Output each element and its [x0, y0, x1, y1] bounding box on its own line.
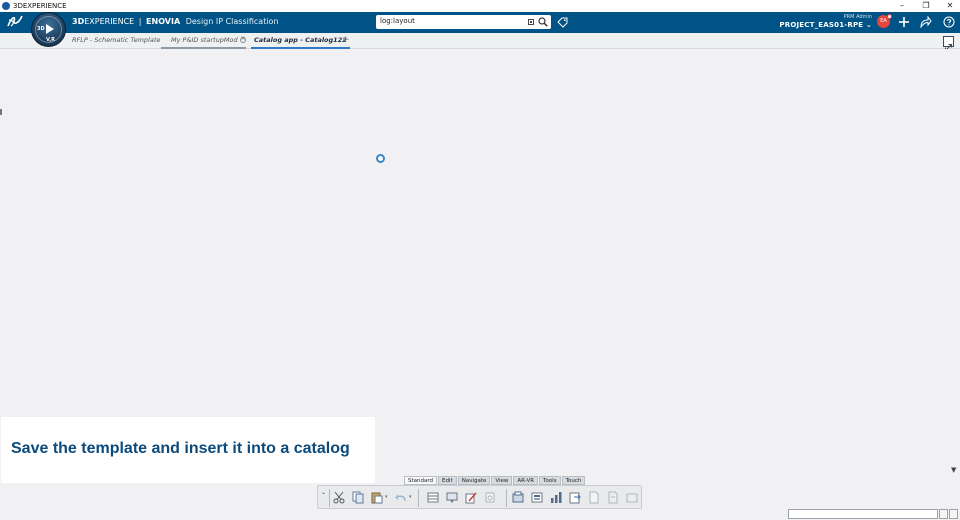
undo-dropdown-icon[interactable]: ▾: [409, 494, 412, 500]
command-close-icon[interactable]: [949, 509, 958, 519]
avatar[interactable]: EA: [877, 14, 892, 28]
brand-product: ENOVIA: [146, 17, 181, 26]
tab-label: Catalog app - Catalog122: [254, 36, 347, 44]
search-field[interactable]: log:layout: [376, 15, 551, 29]
paste-dropdown-icon[interactable]: ▾: [385, 494, 388, 500]
copy-icon[interactable]: [352, 491, 364, 504]
close-tab-icon[interactable]: [239, 35, 246, 43]
tab-standard[interactable]: Standard: [404, 476, 438, 485]
cut-icon[interactable]: [333, 491, 345, 504]
form-icon[interactable]: [446, 491, 458, 504]
top-bar: 3DEXPERIENCE | ENOVIA Design IP Classifi…: [0, 12, 960, 33]
search-scope-icon[interactable]: [528, 19, 534, 25]
close-button[interactable]: ✕: [946, 0, 954, 12]
action-bar: ⌄ ▾ ▾: [317, 485, 642, 509]
chevron-down-icon[interactable]: ▼: [951, 466, 956, 474]
app-logo-icon: [2, 2, 10, 10]
compass-3d-label: 3D: [37, 26, 45, 32]
avatar-initials: EA: [880, 18, 887, 24]
viewport-edge-marker: [0, 109, 2, 115]
tab-navigate[interactable]: Navigate: [457, 476, 491, 485]
window-controls: – ❐ ✕: [898, 0, 954, 12]
play-icon: [46, 24, 54, 34]
user-role: PRM Admin: [843, 14, 872, 20]
window-title: 3DEXPERIENCE: [13, 2, 67, 10]
brand-title: 3DEXPERIENCE | ENOVIA Design IP Classifi…: [72, 17, 279, 26]
brand-3d: 3D: [72, 17, 85, 26]
compass-button[interactable]: 3D V,R: [31, 12, 66, 47]
app-window: 3DEXPERIENCE – ❐ ✕ 3DEXPERIENCE | ENOVIA…: [0, 0, 960, 520]
project-selector[interactable]: PROJECT_EAS01-RPE ⌄: [779, 21, 872, 30]
action-bar-collapse-icon[interactable]: ⌄: [321, 489, 326, 496]
brand-experience: EXPERIENCE: [84, 17, 135, 26]
document-icon[interactable]: [588, 491, 600, 504]
user-project-menu[interactable]: PRM Admin PROJECT_EAS01-RPE ⌄: [779, 14, 872, 30]
app-name: Design IP Classification: [185, 17, 279, 26]
tab-pid-startup[interactable]: My P&ID startupMod: [161, 35, 246, 49]
chevron-down-icon: ⌄: [865, 21, 872, 29]
tab-touch[interactable]: Touch: [561, 476, 586, 485]
minimize-button[interactable]: –: [898, 0, 906, 12]
separator: [506, 489, 507, 507]
document3-icon[interactable]: [626, 491, 638, 504]
loading-spinner-icon: [376, 154, 385, 163]
tab-catalog-app[interactable]: Catalog app - Catalog122: [251, 36, 350, 49]
compass-vr-label: V,R: [46, 37, 55, 43]
document-tabs: RFLP - Schematic Template My P&ID startu…: [0, 33, 960, 49]
search-icon[interactable]: [538, 17, 548, 27]
catalog-icon[interactable]: [512, 491, 524, 504]
edit-icon[interactable]: [465, 491, 477, 504]
ds-logo-icon: [7, 15, 23, 27]
brand-separator: |: [138, 17, 142, 26]
separator: [418, 489, 419, 507]
update-icon[interactable]: [484, 491, 496, 504]
paste-icon[interactable]: [371, 491, 383, 504]
project-name: PROJECT_EAS01-RPE: [779, 21, 864, 29]
tab-edit[interactable]: Edit: [438, 476, 457, 485]
dassault-logo-icon[interactable]: [6, 14, 24, 32]
share-icon[interactable]: [920, 16, 932, 28]
restore-button[interactable]: ❐: [922, 0, 930, 12]
tutorial-caption: Save the template and insert it into a c…: [1, 417, 375, 483]
sheet-icon[interactable]: [531, 491, 543, 504]
table-icon[interactable]: [427, 491, 439, 504]
window-titlebar: 3DEXPERIENCE – ❐ ✕: [0, 0, 960, 12]
tag-icon[interactable]: [557, 17, 568, 28]
tab-rflp-schematic[interactable]: RFLP - Schematic Template: [72, 36, 160, 49]
action-bar-tabs: Standard Edit Navigate View AR-VR Tools …: [404, 476, 586, 485]
chart-icon[interactable]: [550, 491, 562, 504]
tab-label: My P&ID startupMod: [171, 36, 238, 44]
help-icon[interactable]: [943, 16, 955, 28]
separator: [329, 489, 330, 507]
notification-badge: [887, 14, 892, 19]
document2-icon[interactable]: [607, 491, 619, 504]
tab-label: RFLP - Schematic Template: [72, 36, 161, 44]
fullscreen-icon[interactable]: [943, 36, 954, 51]
tab-view[interactable]: View: [491, 476, 513, 485]
undo-icon[interactable]: [395, 491, 407, 504]
command-input[interactable]: [788, 509, 938, 519]
add-icon[interactable]: [898, 16, 910, 28]
caption-text: Save the template and insert it into a c…: [11, 440, 350, 457]
export-icon[interactable]: [569, 491, 581, 504]
search-input[interactable]: log:layout: [380, 17, 415, 25]
command-search-icon[interactable]: [939, 509, 948, 519]
tab-tools[interactable]: Tools: [539, 476, 561, 485]
add-tab-icon[interactable]: +: [342, 35, 350, 45]
tab-ar-vr[interactable]: AR-VR: [513, 476, 539, 485]
